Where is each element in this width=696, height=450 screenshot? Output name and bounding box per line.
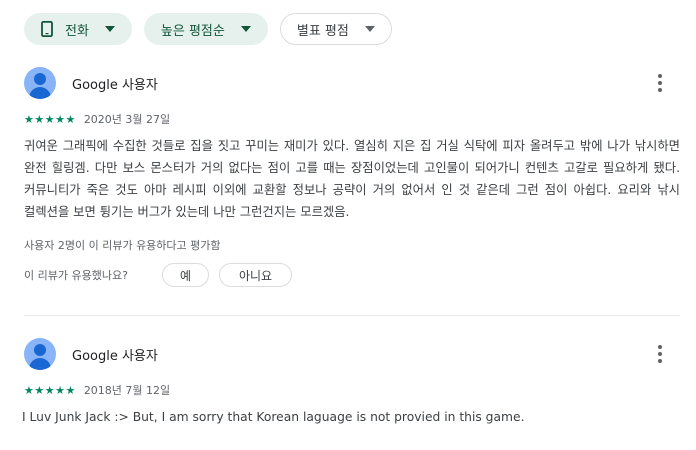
device-filter-chip[interactable]: 전화 xyxy=(24,13,132,45)
review-header: Google 사용자 xyxy=(24,67,680,99)
chevron-down-icon xyxy=(364,26,375,32)
chevron-down-icon xyxy=(240,26,251,32)
phone-icon xyxy=(41,21,53,37)
more-options-icon[interactable] xyxy=(658,345,662,363)
helpful-question: 이 리뷰가 유용했나요? xyxy=(24,269,128,282)
review-date: 2020년 3월 27일 xyxy=(83,113,171,126)
star-rating: ★★★★★ xyxy=(24,383,76,397)
more-options-icon[interactable] xyxy=(658,74,662,92)
helpful-yes-button[interactable]: 예 xyxy=(162,263,209,287)
avatar xyxy=(24,67,56,99)
helpful-count: 사용자 2명이 이 리뷰가 유용하다고 평가함 xyxy=(24,239,221,252)
filter-bar: 전화 높은 평점순 별표 평점 xyxy=(24,13,392,45)
review-card: Google 사용자 ★★★★★ 2020년 3월 27일 귀여운 그래픽에 수… xyxy=(24,67,680,287)
star-rating-filter-label: 별표 평점 xyxy=(296,23,349,39)
review-date: 2018년 7월 12일 xyxy=(83,384,171,397)
sort-filter-chip[interactable]: 높은 평점순 xyxy=(143,13,268,45)
reviewer-name: Google 사용자 xyxy=(72,348,158,364)
helpful-no-button[interactable]: 아니요 xyxy=(219,263,292,287)
helpful-row: 이 리뷰가 유용했나요? 예 아니요 xyxy=(24,263,680,287)
device-filter-label: 전화 xyxy=(65,23,89,39)
review-text: 귀여운 그래픽에 수집한 것들로 집을 짓고 꾸미는 재미가 있다. 열심히 지… xyxy=(24,139,680,219)
review-text: I Luv Junk Jack :> But, I am sorry that … xyxy=(22,410,525,424)
review-meta: ★★★★★ 2018년 7월 12일 xyxy=(24,382,680,398)
divider xyxy=(24,315,680,316)
review-header: Google 사용자 xyxy=(24,338,680,370)
review-meta: ★★★★★ 2020년 3월 27일 xyxy=(24,111,680,127)
chevron-down-icon xyxy=(104,26,115,32)
star-rating: ★★★★★ xyxy=(24,112,76,126)
review-card: Google 사용자 ★★★★★ 2018년 7월 12일 I Luv Junk… xyxy=(22,338,680,428)
reviewer-name: Google 사용자 xyxy=(72,77,158,93)
avatar xyxy=(24,338,56,370)
star-rating-filter-chip[interactable]: 별표 평점 xyxy=(279,13,392,45)
sort-filter-label: 높은 평점순 xyxy=(160,23,225,39)
